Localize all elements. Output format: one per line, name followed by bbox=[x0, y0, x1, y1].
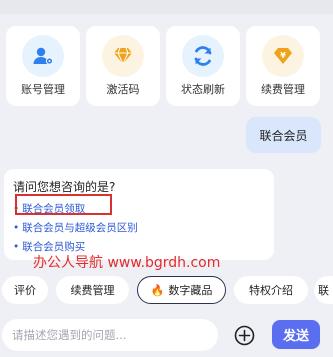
chip-label: 特权介绍 bbox=[249, 284, 293, 297]
watermark-text: 办公人导航 www.bgrdh.com bbox=[33, 255, 221, 271]
diamond-icon bbox=[102, 35, 144, 77]
user-settings-icon bbox=[22, 35, 64, 77]
send-label: 发送 bbox=[282, 329, 309, 344]
quick-action-status-refresh[interactable]: 状态刷新 bbox=[166, 26, 240, 106]
quick-action-renewal[interactable]: ¥ 续费管理 bbox=[246, 26, 320, 106]
chip-renewal[interactable]: 续费管理 bbox=[56, 276, 129, 304]
chip-label: 数字藏品 bbox=[168, 284, 213, 297]
send-button[interactable]: 发送 bbox=[272, 320, 320, 349]
quick-action-label: 激活码 bbox=[106, 83, 140, 96]
chip-label: 评价 bbox=[14, 284, 36, 297]
quick-action-label: 续费管理 bbox=[261, 83, 305, 96]
chip-label: 续费管理 bbox=[70, 284, 115, 297]
svg-text:¥: ¥ bbox=[280, 51, 286, 60]
chip-review[interactable]: 评价 bbox=[2, 276, 48, 304]
yen-diamond-icon: ¥ bbox=[262, 35, 304, 77]
chip-label: 联 bbox=[318, 284, 329, 297]
bot-question: 请问您想咨询的是? bbox=[13, 180, 116, 194]
quick-action-label: 账号管理 bbox=[21, 83, 65, 96]
bullet-icon: • bbox=[13, 241, 20, 253]
refresh-icon bbox=[182, 35, 224, 77]
user-message-text: 联合会员 bbox=[259, 128, 308, 143]
add-icon[interactable] bbox=[234, 325, 255, 346]
quick-action-label: 状态刷新 bbox=[181, 83, 225, 96]
question-input[interactable]: 请描述您遇到的问题... bbox=[2, 319, 218, 351]
option-link-compare[interactable]: • 联合会员与超级会员区别 bbox=[13, 220, 138, 235]
top-band bbox=[0, 0, 333, 14]
quick-action-account[interactable]: 账号管理 bbox=[6, 26, 80, 106]
fire-icon: 🔥 bbox=[150, 283, 165, 297]
chip-digital-collectibles[interactable]: 🔥 数字藏品 bbox=[137, 276, 226, 304]
chip-more[interactable]: 联 bbox=[314, 276, 333, 304]
highlight-annotation bbox=[15, 194, 112, 215]
input-placeholder: 请描述您遇到的问题... bbox=[12, 328, 127, 342]
chip-privileges[interactable]: 特权介绍 bbox=[234, 276, 308, 304]
user-message-bubble: 联合会员 bbox=[246, 117, 321, 153]
bullet-icon: • bbox=[13, 222, 20, 234]
option-label: 联合会员与超级会员区别 bbox=[22, 222, 138, 234]
quick-action-activation-code[interactable]: 激活码 bbox=[86, 26, 160, 106]
